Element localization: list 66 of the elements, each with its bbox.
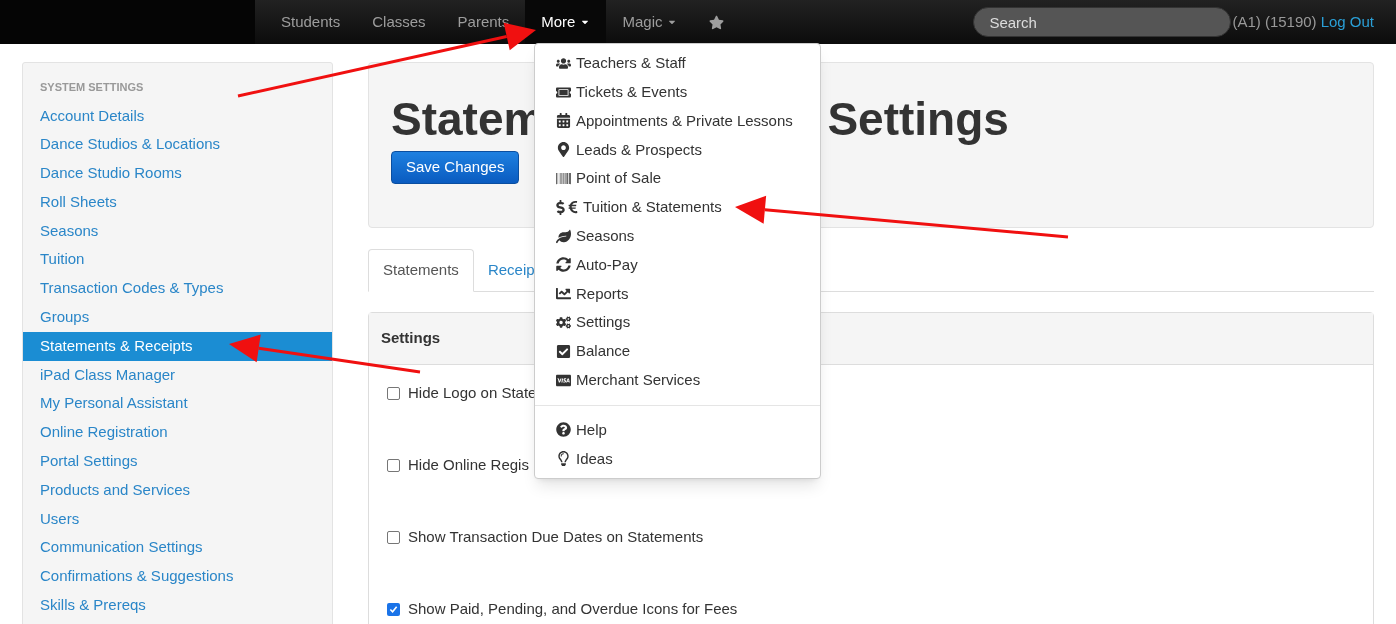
sidebar-item[interactable]: Portal Settings <box>23 447 332 476</box>
sidebar-item[interactable]: Transaction Codes & Types <box>23 274 332 304</box>
currency-icon <box>556 199 578 215</box>
lightbulb-icon <box>556 451 571 467</box>
menu-item[interactable]: Leads & Prospects <box>535 135 820 165</box>
menu-item[interactable]: Merchant Services <box>535 365 820 395</box>
gears-icon <box>556 315 571 331</box>
checkbox[interactable] <box>387 602 400 616</box>
sidebar-item[interactable]: Confirmations & Suggestions <box>23 562 332 592</box>
menu-item[interactable]: Tuition & Statements <box>535 193 820 222</box>
sidebar-item[interactable]: Dance Studios & Locations <box>23 130 332 160</box>
sidebar-item[interactable]: Skills & Prereqs <box>23 591 332 620</box>
sidebar-item[interactable]: Statements & Receipts <box>23 331 332 361</box>
map-pin-icon <box>556 142 571 158</box>
users-icon <box>556 55 571 71</box>
menu-item[interactable]: Ideas <box>535 444 820 474</box>
nav-item[interactable]: More <box>525 0 607 44</box>
logout-link[interactable]: Log Out <box>1320 10 1374 34</box>
option-label: Show Paid, Pending, and Overdue Icons for Fees <box>408 598 738 619</box>
menu-item[interactable]: Settings <box>535 308 820 337</box>
option-label: Hide Online Regis <box>408 454 529 475</box>
menu-item[interactable]: Point of Sale <box>535 164 820 193</box>
nav-item[interactable]: Classes <box>356 0 442 44</box>
nav-item[interactable]: Students <box>265 0 357 44</box>
menu-item[interactable]: Auto-Pay <box>535 250 820 280</box>
account-label: (A1) (15190) <box>1232 11 1317 32</box>
option-label: Hide Logo on State <box>408 382 537 403</box>
sidebar-item[interactable]: Groups <box>23 303 332 332</box>
menu-item[interactable]: Seasons <box>535 221 820 251</box>
menu-item[interactable]: Balance <box>535 336 820 366</box>
nav-item[interactable]: Parents <box>441 0 526 44</box>
sidebar-item[interactable]: Seasons <box>23 216 332 246</box>
panel-title: Settings <box>381 328 441 349</box>
page-title: Settings <box>827 92 1009 147</box>
search-field[interactable]: Search <box>973 7 1232 37</box>
nav-item[interactable]: Magic <box>606 0 694 44</box>
visa-card-icon <box>556 372 571 388</box>
menu-item[interactable]: Help <box>535 415 820 445</box>
sidebar-item[interactable]: Products and Services <box>23 475 332 505</box>
sidebar-item[interactable]: Dance Studio Rooms <box>23 159 332 188</box>
menu-item[interactable]: Tickets & Events <box>535 77 820 107</box>
sidebar-item[interactable]: Account Details <box>23 101 332 131</box>
option-label: Show Transaction Due Dates on Statements <box>408 526 704 547</box>
menu-item[interactable]: Reports <box>535 279 820 309</box>
sidebar-item[interactable]: iPad Class Manager <box>23 360 332 390</box>
menu-item[interactable]: Teachers & Staff <box>535 49 820 78</box>
save-changes-button[interactable]: Save Changes <box>391 151 520 184</box>
calendar-icon <box>556 113 571 129</box>
sidebar-item[interactable]: My Personal Assistant <box>23 389 332 419</box>
sidebar-item[interactable]: Roll Sheets <box>23 187 332 217</box>
refresh-icon <box>556 257 571 273</box>
sidebar-heading: SYSTEM SETTINGS <box>39 80 145 95</box>
sidebar-item[interactable]: Online Registration <box>23 418 332 448</box>
menu-item[interactable]: Appointments & Private Lessons <box>535 106 820 136</box>
leaf-icon <box>556 228 571 244</box>
checkbox[interactable] <box>387 386 400 400</box>
sidebar-item[interactable]: Tuition <box>23 245 332 275</box>
star-icon <box>709 14 725 30</box>
checkbox[interactable] <box>387 530 400 544</box>
help-icon <box>556 422 571 438</box>
line-chart-icon <box>556 286 571 302</box>
tab[interactable]: Statements <box>368 249 474 292</box>
checkbox[interactable] <box>387 458 400 472</box>
sidebar-item[interactable]: Communication Settings <box>23 533 332 563</box>
barcode-icon <box>556 171 571 187</box>
sidebar-item[interactable]: Users <box>23 504 332 534</box>
